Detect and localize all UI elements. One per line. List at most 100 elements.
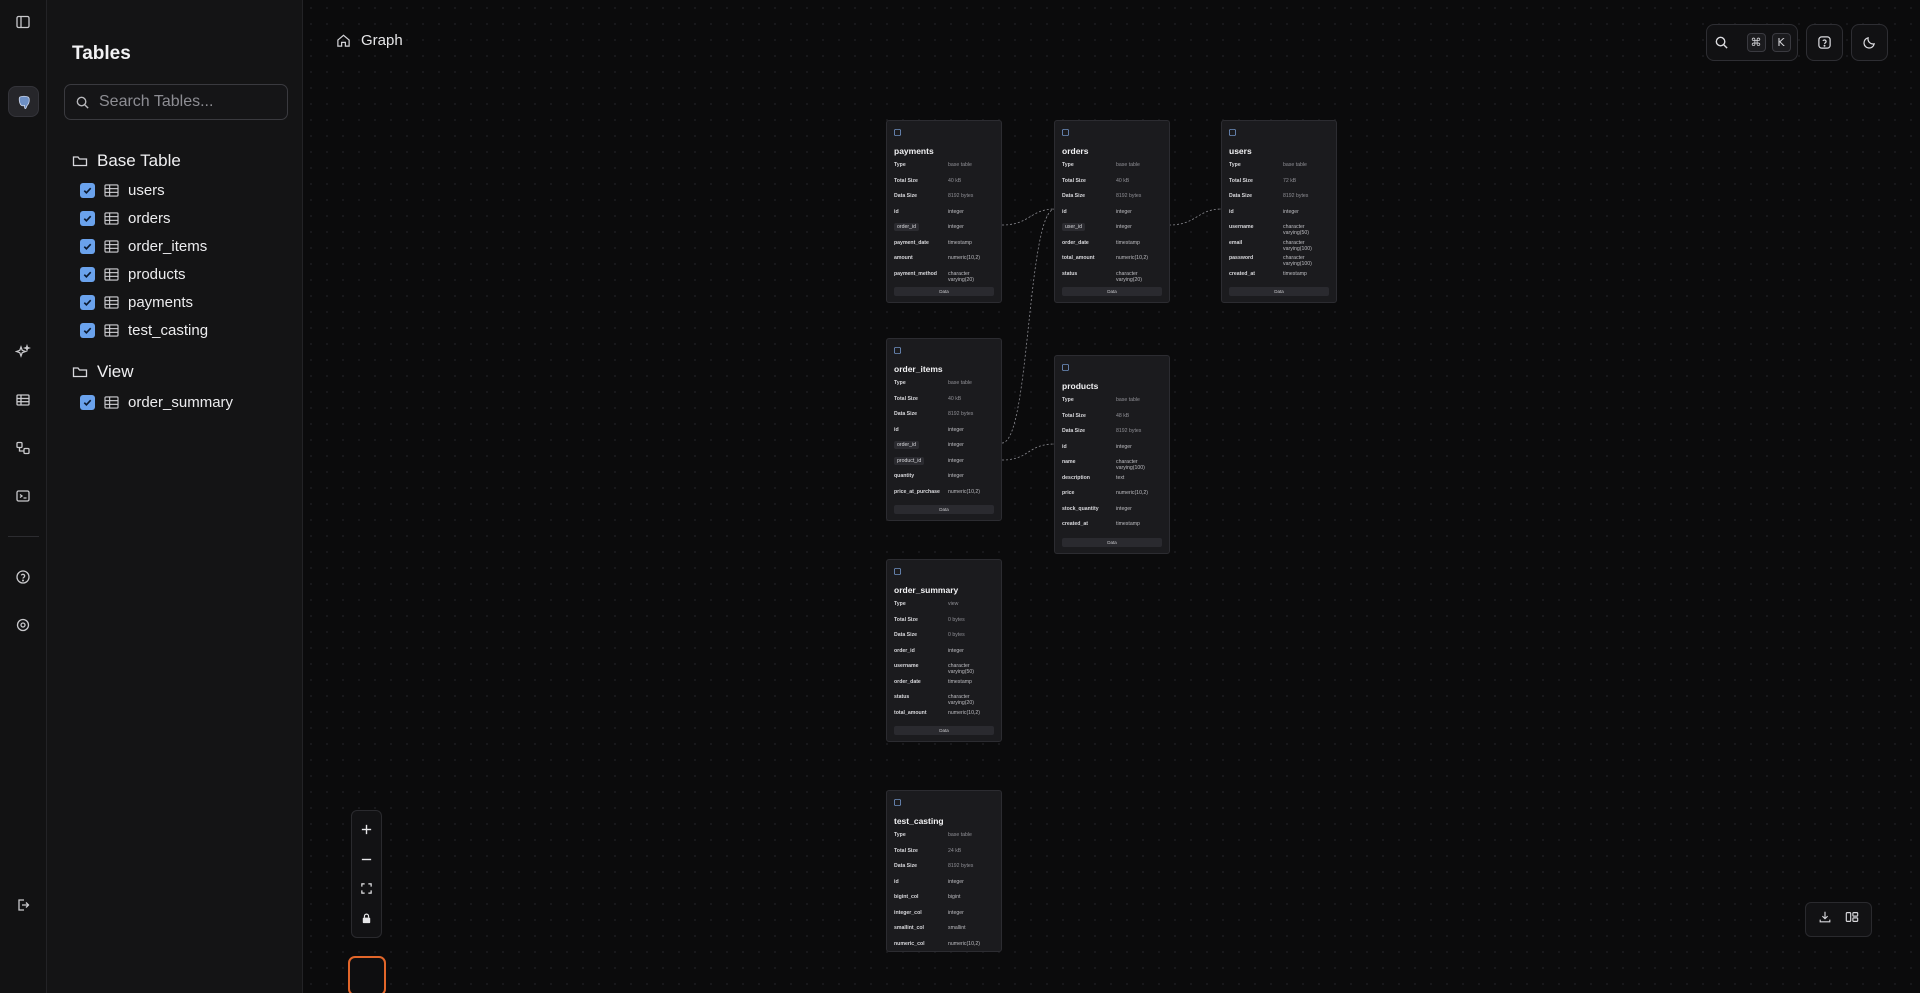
checkbox-checked[interactable] — [80, 394, 95, 410]
sidebar-item-products[interactable]: products — [80, 264, 186, 284]
column-row: Data Size 8192 bytes — [894, 861, 994, 877]
column-name: order_date — [894, 678, 921, 685]
data-button[interactable]: Data — [894, 505, 994, 514]
sidebar-item-test-casting[interactable]: test_casting — [80, 320, 208, 340]
column-type: timestamp — [948, 239, 972, 246]
table-node-orders[interactable]: orders Type base table Total Size 40 kB Data… — [1054, 120, 1170, 303]
checkbox-checked[interactable] — [80, 266, 95, 282]
table-node-users[interactable]: users Type base table Total Size 72 kB Data … — [1221, 120, 1337, 303]
sidebar-item-order-summary[interactable]: order_summary — [80, 392, 233, 412]
column-type: 40 kB — [948, 395, 962, 402]
search-command-button[interactable]: ⌘ K — [1706, 24, 1798, 61]
sidebar-item-users[interactable]: users — [80, 180, 165, 200]
sidebar-item-payments[interactable]: payments — [80, 292, 193, 312]
column-row: id integer — [1062, 442, 1162, 458]
minimap[interactable] — [348, 956, 386, 993]
group-view[interactable]: View — [72, 362, 134, 382]
table-node-title: payments — [894, 146, 934, 156]
table-icon — [104, 183, 119, 197]
help-icon[interactable] — [8, 562, 38, 592]
column-type: text — [1116, 474, 1125, 481]
layout-icon[interactable] — [1845, 910, 1859, 929]
theme-toggle-button[interactable] — [1851, 24, 1888, 61]
checkbox-checked[interactable] — [80, 182, 95, 198]
table-node-test-casting[interactable]: test_casting Type base table Total Size 24 … — [886, 790, 1002, 952]
column-row: Total Size 24 kB — [894, 846, 994, 862]
column-type: character varying(50) — [1283, 224, 1309, 236]
column-row: id integer — [1062, 207, 1162, 223]
search-box[interactable] — [64, 84, 288, 120]
column-row: email character varying(100) — [1229, 238, 1329, 254]
column-row: order_date timestamp — [1062, 238, 1162, 254]
column-name: Total Size — [1062, 177, 1086, 184]
column-list: Type base table Total Size 40 kB Data Size 81… — [894, 378, 994, 502]
column-type: timestamp — [948, 678, 972, 685]
sidebar-item-order-items[interactable]: order_items — [80, 236, 207, 256]
column-name: Data Size — [1229, 193, 1253, 199]
column-row: id integer — [894, 207, 994, 223]
sparkles-icon[interactable] — [8, 337, 38, 367]
zoom-in-icon[interactable] — [357, 820, 377, 840]
table-node-payments[interactable]: payments Type base table Total Size 40 kB Da… — [886, 120, 1002, 303]
download-icon[interactable] — [1818, 910, 1832, 929]
foreign-key-name: user_id — [1062, 223, 1116, 231]
checkbox-checked[interactable] — [80, 210, 95, 226]
fit-view-icon[interactable] — [357, 879, 377, 899]
column-type: integer — [948, 208, 964, 215]
column-row: bigint_col bigint — [894, 892, 994, 908]
column-type: integer — [948, 442, 964, 448]
data-button[interactable]: Data — [1062, 537, 1162, 547]
rail-divider — [8, 536, 39, 537]
help-button[interactable] — [1806, 24, 1843, 61]
data-button[interactable]: Data — [1229, 287, 1329, 296]
postgres-logo[interactable] — [8, 86, 39, 117]
column-type: integer — [948, 426, 964, 433]
column-name: username — [1229, 224, 1254, 230]
checkbox-checked[interactable] — [80, 294, 95, 310]
data-button[interactable]: Data — [894, 726, 994, 735]
column-name: username — [894, 663, 919, 669]
foreign-key-badge: order_id — [894, 223, 920, 231]
table-icon[interactable] — [8, 385, 38, 415]
breadcrumb[interactable]: Graph — [336, 32, 403, 49]
column-type: numeric(10,2) — [948, 940, 981, 947]
lock-icon[interactable] — [357, 908, 377, 928]
zoom-out-icon[interactable] — [357, 849, 377, 869]
table-node-products[interactable]: products Type base table Total Size 48 kB Da… — [1054, 355, 1170, 554]
settings-icon[interactable] — [8, 610, 38, 640]
table-node-order-items[interactable]: order_items Type base table Total Size 40 k… — [886, 338, 1002, 521]
column-type: base table — [1116, 397, 1140, 403]
column-row: user_id integer — [1062, 222, 1162, 238]
data-button[interactable]: Data — [1062, 287, 1162, 296]
checkbox-checked[interactable] — [80, 322, 95, 338]
sidebar-item-orders[interactable]: orders — [80, 208, 171, 228]
logout-icon[interactable] — [8, 890, 38, 920]
column-name: price_at_purchase — [894, 488, 940, 495]
column-name: id — [894, 878, 899, 885]
search-input[interactable] — [99, 93, 279, 111]
column-row: Type base table — [894, 830, 994, 846]
table-node-order-summary[interactable]: order_summary Type view Total Size 0 bytes D… — [886, 559, 1002, 742]
column-name: order_date — [1062, 239, 1089, 246]
column-type: integer — [948, 647, 964, 654]
column-row: Data Size 0 bytes — [894, 630, 994, 646]
checkbox-checked[interactable] — [80, 238, 95, 254]
column-type: base table — [1283, 162, 1307, 168]
data-button-label: Data — [1274, 289, 1284, 294]
terminal-icon[interactable] — [8, 481, 38, 511]
column-type: character varying(100) — [1116, 459, 1145, 471]
column-name: password — [1229, 255, 1254, 261]
sidebar-toggle-icon[interactable] — [8, 7, 38, 37]
schema-icon[interactable] — [8, 433, 38, 463]
column-type: numeric(10,2) — [948, 709, 981, 716]
table-node-title: order_summary — [894, 585, 959, 595]
column-row: Type base table — [894, 378, 994, 394]
sidebar-item-label: order_items — [128, 237, 208, 255]
column-type: 0 bytes — [948, 616, 965, 623]
group-base-table[interactable]: Base Table — [72, 151, 181, 171]
column-row: payment_method character varying(20) — [894, 269, 994, 285]
data-button[interactable]: Data — [894, 287, 994, 296]
foreign-key-badge: order_id — [894, 441, 920, 449]
column-name: Data Size — [894, 193, 918, 199]
column-name: status — [1062, 270, 1078, 277]
